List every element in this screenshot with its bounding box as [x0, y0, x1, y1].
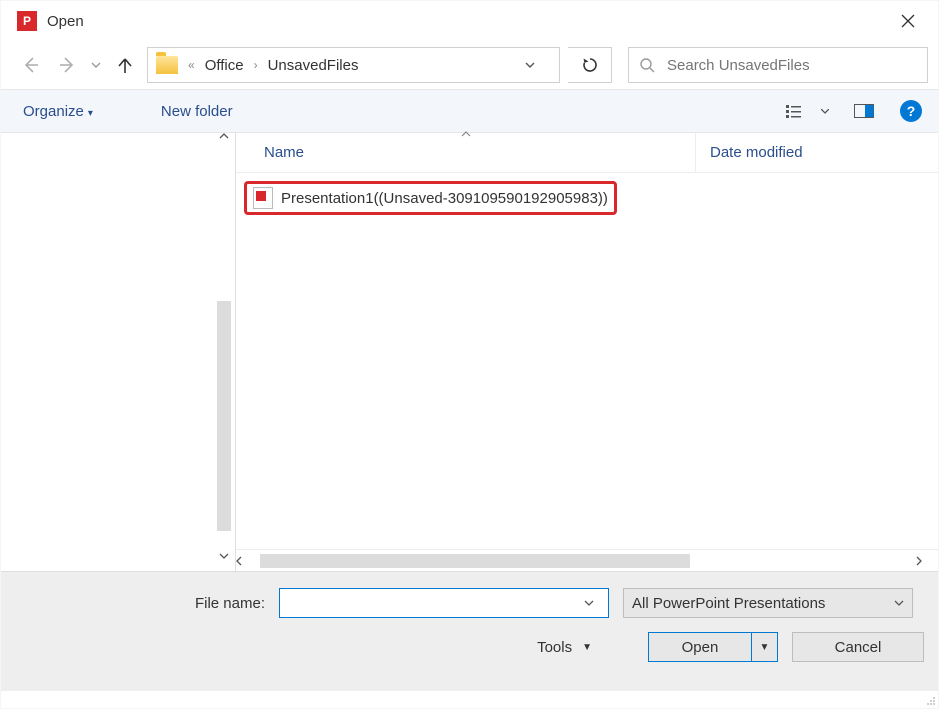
resize-grip[interactable] — [924, 694, 936, 706]
view-options-button[interactable] — [782, 97, 810, 125]
breadcrumb-segment-1[interactable]: UnsavedFiles — [268, 57, 359, 74]
filename-input[interactable] — [280, 595, 584, 611]
breadcrumb-segment-0[interactable]: Office — [205, 57, 244, 74]
search-icon — [639, 57, 655, 73]
column-header-date[interactable]: Date modified — [696, 144, 803, 161]
sort-asc-icon — [461, 131, 471, 137]
column-header-name[interactable]: Name — [236, 133, 696, 172]
open-button[interactable]: Open ▼ — [648, 632, 778, 662]
file-row[interactable]: Presentation1((Unsaved-30910959019290598… — [253, 187, 608, 209]
preview-pane-button[interactable] — [850, 97, 878, 125]
filename-field[interactable] — [279, 588, 609, 618]
help-button[interactable]: ? — [900, 100, 922, 122]
cancel-button[interactable]: Cancel — [792, 632, 924, 662]
filename-dropdown[interactable] — [584, 600, 608, 606]
back-button[interactable] — [17, 51, 45, 79]
refresh-button[interactable] — [568, 47, 612, 83]
recent-dropdown[interactable] — [89, 51, 103, 79]
h-scroll-thumb[interactable] — [260, 554, 690, 568]
scroll-left-icon[interactable] — [236, 556, 258, 566]
scroll-up-icon[interactable] — [219, 133, 229, 151]
dialog-title: Open — [47, 13, 84, 30]
breadcrumb[interactable]: « Office › UnsavedFiles — [147, 47, 560, 83]
sidebar-scrollbar[interactable] — [213, 133, 235, 571]
breadcrumb-prefix: « — [184, 58, 199, 72]
file-name: Presentation1((Unsaved-30910959019290598… — [281, 190, 608, 207]
scroll-right-icon[interactable] — [916, 556, 938, 566]
search-box[interactable] — [628, 47, 928, 83]
filename-label: File name: — [15, 595, 265, 612]
sidebar — [1, 133, 236, 571]
app-icon: P — [17, 11, 37, 31]
tools-button[interactable]: Tools ▼ — [527, 635, 602, 660]
file-type-select[interactable]: All PowerPoint Presentations — [623, 588, 913, 618]
new-folder-button[interactable]: New folder — [155, 99, 239, 124]
folder-icon — [156, 56, 178, 74]
up-button[interactable] — [111, 51, 139, 79]
chevron-down-icon — [894, 600, 904, 606]
view-options-dropdown[interactable] — [818, 97, 832, 125]
close-button[interactable] — [888, 1, 928, 41]
file-row-highlight: Presentation1((Unsaved-30910959019290598… — [244, 181, 617, 215]
forward-button[interactable] — [53, 51, 81, 79]
organize-button[interactable]: Organize▾ — [17, 99, 99, 124]
scroll-thumb[interactable] — [217, 301, 231, 531]
breadcrumb-dropdown[interactable] — [525, 62, 553, 68]
chevron-right-icon: › — [250, 58, 262, 72]
powerpoint-file-icon — [253, 187, 273, 209]
horizontal-scrollbar[interactable] — [236, 549, 938, 571]
open-split-dropdown[interactable]: ▼ — [751, 633, 777, 661]
scroll-down-icon[interactable] — [219, 553, 229, 571]
search-input[interactable] — [665, 56, 917, 75]
